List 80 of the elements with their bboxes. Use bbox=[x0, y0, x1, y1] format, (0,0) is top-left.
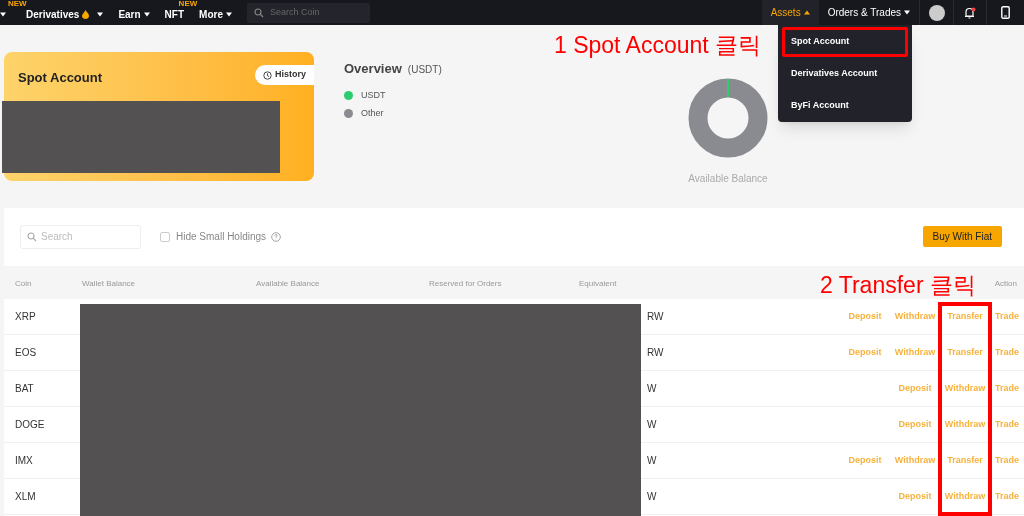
action-link[interactable]: Trade bbox=[990, 417, 1024, 432]
coin-name: BAT bbox=[15, 382, 34, 396]
action-link[interactable]: Trade bbox=[990, 453, 1024, 468]
legend-label: Other bbox=[361, 107, 384, 120]
nav-item[interactable]: NFT bbox=[164, 6, 185, 22]
coin-name: DOGE bbox=[15, 418, 45, 432]
action-link[interactable]: Deposit bbox=[890, 489, 940, 504]
caret-icon bbox=[97, 11, 104, 17]
card-title: Spot Account bbox=[18, 69, 102, 87]
action-link[interactable]: Withdraw bbox=[940, 417, 990, 432]
column-header: Action bbox=[994, 278, 1017, 290]
action-link[interactable]: Deposit bbox=[840, 309, 890, 324]
caret-icon bbox=[225, 11, 232, 17]
action-link[interactable]: Withdraw bbox=[890, 309, 940, 324]
column-header: Available Balance bbox=[256, 278, 320, 290]
nav-item[interactable]: Derivatives bbox=[26, 6, 80, 22]
menu-item[interactable]: ByFi Account bbox=[782, 91, 908, 121]
action-link[interactable]: Deposit bbox=[890, 417, 940, 432]
table-cell-text: W bbox=[647, 418, 657, 432]
action-link[interactable]: Withdraw bbox=[940, 381, 990, 396]
phone-icon[interactable] bbox=[1001, 6, 1010, 19]
nav-menu[interactable]: Orders & Trades bbox=[818, 0, 919, 25]
action-link[interactable]: Withdraw bbox=[890, 345, 940, 360]
coin-name: IMX bbox=[15, 454, 33, 468]
action-link[interactable]: Deposit bbox=[840, 345, 890, 360]
checkbox-label: Hide Small Holdings bbox=[176, 230, 267, 244]
table-cell-text: RW bbox=[647, 310, 664, 324]
search-icon bbox=[27, 231, 37, 242]
search-input[interactable]: Search bbox=[41, 229, 131, 244]
search-field[interactable]: Search Coin bbox=[246, 2, 370, 23]
legend-label: USDT bbox=[361, 88, 386, 102]
buy-with-fiat-button[interactable]: Buy With Fiat bbox=[922, 226, 1002, 247]
coin-name: EOS bbox=[15, 346, 37, 360]
history-button[interactable]: History bbox=[255, 65, 314, 85]
search-input[interactable]: Search Coin bbox=[269, 5, 360, 20]
annotation-text: 1 Spot Account 클릭 bbox=[554, 31, 762, 60]
action-link[interactable]: Deposit bbox=[840, 453, 890, 468]
bell-icon[interactable] bbox=[964, 6, 976, 19]
action-link[interactable]: Transfer bbox=[940, 309, 990, 324]
help-icon bbox=[271, 231, 282, 242]
flame-icon bbox=[82, 9, 90, 19]
caret-icon bbox=[803, 10, 810, 15]
table-cell-text: RW bbox=[647, 346, 664, 360]
coin-name: XLM bbox=[15, 490, 36, 504]
action-link[interactable]: Withdraw bbox=[890, 453, 940, 468]
table-cell-text: W bbox=[647, 490, 657, 504]
action-link[interactable]: Trade bbox=[990, 345, 1024, 360]
checkbox[interactable] bbox=[160, 231, 170, 242]
nav-menu[interactable]: Assets bbox=[761, 0, 819, 25]
overview-unit: (USDT) bbox=[407, 63, 442, 77]
clock-icon bbox=[263, 70, 272, 80]
column-header: Coin bbox=[15, 278, 32, 290]
column-header: Reserved for Orders bbox=[429, 278, 502, 290]
nav-item[interactable]: More bbox=[199, 6, 223, 22]
action-link[interactable]: Transfer bbox=[940, 453, 990, 468]
search-icon bbox=[253, 7, 264, 18]
search-field[interactable]: Search bbox=[20, 224, 141, 249]
column-header: Equivalent bbox=[579, 278, 617, 290]
action-link[interactable]: Trade bbox=[990, 381, 1024, 396]
table-cell-text: W bbox=[647, 454, 657, 468]
action-link[interactable]: Withdraw bbox=[940, 489, 990, 504]
coin-name: XRP bbox=[15, 310, 36, 324]
avatar[interactable] bbox=[928, 4, 945, 21]
column-header: Wallet Balance bbox=[82, 278, 136, 290]
overview-title: Overview bbox=[344, 60, 402, 78]
action-link[interactable]: Trade bbox=[990, 309, 1024, 324]
chart-caption: Available Balance bbox=[688, 172, 768, 186]
menu-item[interactable]: Derivatives Account bbox=[782, 59, 908, 89]
caret-icon bbox=[143, 11, 150, 17]
caret-icon bbox=[0, 11, 6, 17]
annotation-text: 2 Transfer 클릭 bbox=[820, 271, 976, 300]
menu-item[interactable]: Spot Account bbox=[782, 27, 908, 57]
caret-icon bbox=[904, 10, 910, 15]
action-link[interactable]: Trade bbox=[990, 489, 1024, 504]
nav-item[interactable]: Earn bbox=[118, 6, 141, 22]
action-link[interactable]: Transfer bbox=[940, 345, 990, 360]
new-label: NEW bbox=[178, 0, 198, 8]
action-link[interactable]: Deposit bbox=[890, 381, 940, 396]
new-label: NEW bbox=[8, 0, 27, 8]
table-cell-text: W bbox=[647, 382, 657, 396]
